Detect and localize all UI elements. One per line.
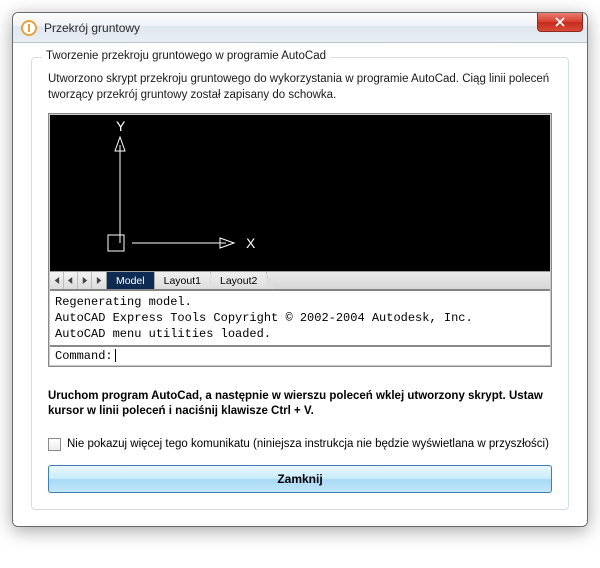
close-icon: [555, 17, 565, 27]
tab-nav-last[interactable]: [92, 272, 106, 289]
terminal-output: Regenerating model. AutoCAD Express Tool…: [50, 289, 550, 345]
groupbox-title: Tworzenie przekroju gruntowego w program…: [42, 50, 330, 62]
tab-nav-first[interactable]: [50, 272, 64, 289]
tab-nav-buttons: [50, 272, 107, 289]
command-line[interactable]: Command:: [50, 345, 550, 365]
groupbox: Tworzenie przekroju gruntowego w program…: [31, 57, 569, 510]
tab-nav-next[interactable]: [78, 272, 92, 289]
checkbox-row: Nie pokazuj więcej tego komunikatu (nini…: [48, 438, 552, 451]
dont-show-again-checkbox[interactable]: [48, 438, 61, 451]
autocad-preview: Y X Model: [48, 113, 552, 367]
tab-layout2[interactable]: Layout2: [211, 272, 267, 289]
dialog-window: Przekrój gruntowy Tworzenie przekroju gr…: [12, 12, 588, 527]
text-cursor-icon: [115, 349, 116, 362]
description-text: Utworzono skrypt przekroju gruntowego do…: [48, 72, 552, 103]
window-close-button[interactable]: [537, 12, 583, 32]
window-title: Przekrój gruntowy: [44, 21, 140, 35]
close-button[interactable]: Zamknij: [48, 465, 552, 493]
titlebar: Przekrój gruntowy: [13, 13, 587, 43]
tab-strip: Model Layout1 Layout2: [50, 271, 550, 289]
axis-x-label: X: [246, 235, 256, 251]
axis-y-label: Y: [116, 118, 126, 134]
tab-layout1[interactable]: Layout1: [155, 272, 211, 289]
checkbox-label: Nie pokazuj więcej tego komunikatu (nini…: [67, 438, 549, 450]
tab-model[interactable]: Model: [107, 272, 155, 289]
axes-icon: Y X: [50, 115, 550, 271]
info-icon: [21, 20, 37, 36]
autocad-canvas: Y X: [50, 115, 550, 271]
command-prompt: Command:: [55, 349, 113, 363]
tab-nav-prev[interactable]: [64, 272, 78, 289]
client-area: Tworzenie przekroju gruntowego w program…: [13, 43, 587, 526]
instruction-text: Uruchom program AutoCad, a następnie w w…: [48, 389, 552, 420]
